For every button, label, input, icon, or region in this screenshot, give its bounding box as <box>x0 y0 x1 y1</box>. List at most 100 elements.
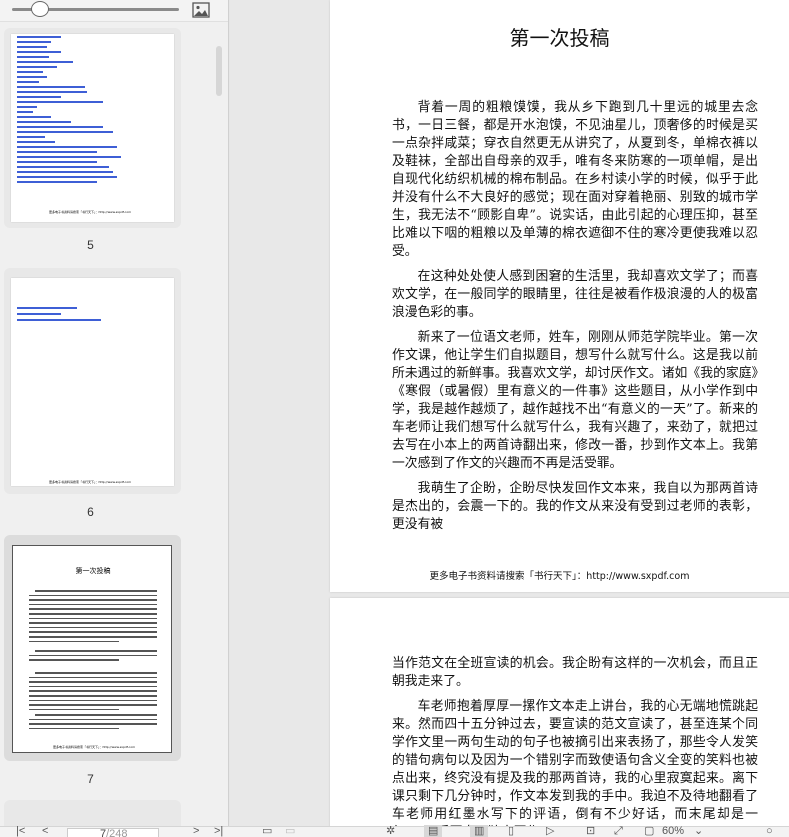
single-page-icon[interactable]: ▭ <box>262 825 272 837</box>
thumbnail-text-line <box>29 676 157 679</box>
page-number-field[interactable]: 7/248 <box>67 828 159 837</box>
document-viewer[interactable]: 第一次投稿 背着一周的粗粮馍馍，我从乡下跑到几十里远的城里去念书，一日三餐，都是… <box>230 0 789 837</box>
play-icon[interactable]: ▷ <box>546 825 554 837</box>
thumbnail-toc-line <box>17 96 61 98</box>
book-mode-icon[interactable]: ▯ <box>508 825 514 837</box>
thumbnail-toc-line <box>17 131 113 133</box>
fit-width-icon[interactable]: ⤢ <box>614 825 623 837</box>
thumbnail-page-number: 6 <box>87 505 94 519</box>
document-page: 当作范文在全班宣读的机会。我企盼有这样的一次机会，而且正朝我走来了。 车老师抱着… <box>330 598 789 837</box>
thumbnail-text-line <box>35 650 157 652</box>
thumbnail-page-number: 5 <box>87 238 94 252</box>
paragraph: 背着一周的粗粮馍馍，我从乡下跑到几十里远的城里去念书，一日三餐，都是开水泡馍，不… <box>392 100 758 259</box>
paragraph: 新来了一位语文老师，姓车，刚刚从师范学院毕业。第一次作文课，他让学生们自拟题目，… <box>392 330 758 471</box>
thumbnail-zoom-knob[interactable] <box>31 1 49 17</box>
thumbnail-toc-line <box>17 66 57 68</box>
thumbnail-toc-line <box>17 161 97 163</box>
thumbnail-text-line <box>29 654 157 657</box>
thumbnail-toc-line <box>17 61 73 63</box>
thumbnail-text-line <box>29 599 157 601</box>
thumbnail-toc-line <box>17 116 51 118</box>
continuous-mode-icon[interactable]: ▥ <box>470 825 489 837</box>
thumbnail-toc-line <box>17 56 49 58</box>
thumbnail-toc-line <box>17 166 109 168</box>
thumbnail-page-7-image: 第一次投稿 更多电子书资料请搜索「书行天下」：http://www.sxpdf.… <box>12 545 172 753</box>
thumbnail-page-5[interactable]: 更多电子书资料请搜索「书行天下」：http://www.sxpdf.com <box>4 28 181 228</box>
last-page-icon[interactable]: >| <box>214 825 223 837</box>
thumbnail-text-line <box>29 690 157 692</box>
thumbnail-page-number: 7 <box>87 772 94 786</box>
thumbnail-text-line <box>29 603 157 606</box>
thumbnail-footer: 更多电子书资料请搜索「书行天下」：http://www.sxpdf.com <box>49 480 132 484</box>
thumbnail-toolbar <box>0 0 228 22</box>
thumbnail-text-line <box>29 636 157 638</box>
paragraph: 我萌生了企盼，企盼尽快发回作文本来，我自以为那两首诗是杰出的，会震一下的。我的作… <box>392 481 758 532</box>
bottom-toolbar: |< < 7/248 > >| ▭ ▭ ✲ ▤ ▥ ▯ ▷ ⊡ ⤢ ▢ 60% … <box>0 825 789 837</box>
thumbnail-page-title: 第一次投稿 <box>75 567 111 575</box>
thumbnail-toc-line <box>17 106 37 108</box>
thumbnail-toc-line <box>17 51 61 53</box>
settings-icon[interactable]: ✲ <box>386 825 395 837</box>
zoom-in-icon[interactable]: ○ <box>766 825 773 837</box>
thumbnail-toc-line <box>17 171 113 173</box>
thumbnail-toc-line <box>17 136 45 138</box>
thumbnail-text-line <box>29 613 157 615</box>
thumbnail-toc-line <box>17 36 61 38</box>
thumbnail-footer: 更多电子书资料请搜索「书行天下」：http://www.sxpdf.com <box>49 210 132 214</box>
thumbnail-text-line <box>29 708 119 711</box>
thumbnail-text-line <box>29 699 157 702</box>
thumbnail-text-line <box>29 640 119 643</box>
double-page-icon[interactable]: ▭ <box>285 825 295 837</box>
thumbnail-page-5-image: 更多电子书资料请搜索「书行天下」：http://www.sxpdf.com <box>11 34 174 222</box>
thumbnail-toc-line <box>17 101 103 103</box>
zoom-dropdown-icon[interactable]: ⌄ <box>694 825 703 837</box>
thumbnail-page-6-image: 更多电子书资料请搜索「书行天下」：http://www.sxpdf.com <box>11 278 174 486</box>
paragraph: 在这种处处使人感到困窘的生活里，我却喜欢文学了；而喜欢文学，在一般同学的眼睛里，… <box>392 269 758 320</box>
thumbnail-text-line <box>29 681 157 683</box>
thumbnail-text-line <box>29 617 157 620</box>
thumbnail-text-line <box>29 631 157 633</box>
thumbnail-text-line <box>29 723 157 725</box>
thumbnail-text-line <box>35 672 157 674</box>
paragraph: 车老师抱着厚厚一摞作文本走上讲台，我的心无端地慌跳起来。然而四十五分钟过去，要宣… <box>392 699 758 837</box>
zoom-level[interactable]: 60% <box>662 825 684 837</box>
thumbnail-page-6[interactable]: 更多电子书资料请搜索「书行天下」：http://www.sxpdf.com <box>4 268 181 494</box>
thumbnail-text-line <box>29 695 157 697</box>
page-footer: 更多电子书资料请搜索「书行天下」：http://www.sxpdf.com <box>429 571 690 582</box>
next-page-icon[interactable]: > <box>193 825 199 837</box>
thumbnail-toc-line <box>17 46 47 48</box>
document-page: 第一次投稿 背着一周的粗粮馍馍，我从乡下跑到几十里远的城里去念书，一日三餐，都是… <box>330 0 789 592</box>
thumbnail-toc-line <box>17 141 55 143</box>
zoom-out-icon[interactable]: ▢ <box>644 825 654 837</box>
thumbnail-text-line <box>29 626 157 629</box>
thumbnail-toc-line <box>17 76 47 78</box>
thumbnail-toc-line <box>17 156 121 158</box>
thumbnail-panel: 更多电子书资料请搜索「书行天下」：http://www.sxpdf.com 5 … <box>0 0 229 837</box>
thumbnail-toc-line <box>17 71 43 73</box>
scroll-mode-icon[interactable]: ▤ <box>424 825 443 837</box>
thumbnail-toc-line <box>17 126 103 128</box>
total-pages: /248 <box>106 828 128 837</box>
thumbnail-text-line <box>29 608 157 610</box>
fit-page-icon[interactable]: ⊡ <box>586 825 595 837</box>
thumbnail-text-line <box>29 727 119 730</box>
thumbnail-toc-line <box>17 121 71 123</box>
thumbnail-toc-line <box>17 146 117 148</box>
thumbnail-toc-line <box>17 151 97 153</box>
thumbnail-text-line <box>29 718 157 721</box>
thumbnail-toc-line <box>17 41 51 43</box>
thumbnail-text-line <box>29 594 157 597</box>
image-icon[interactable] <box>192 2 210 18</box>
first-page-icon[interactable]: |< <box>16 825 25 837</box>
prev-page-icon[interactable]: < <box>42 825 48 837</box>
thumbnail-toc-line <box>17 111 33 113</box>
thumbnail-scrollbar[interactable] <box>216 46 222 96</box>
paragraph: 当作范文在全班宣读的机会。我企盼有这样的一次机会，而且正朝我走来了。 <box>392 656 758 689</box>
thumbnail-toc-line <box>17 176 117 178</box>
thumbnail-text-line <box>29 685 157 688</box>
thumbnail-text-line <box>29 704 157 706</box>
thumbnail-toc-line <box>17 181 97 183</box>
thumbnail-text-line <box>29 622 157 624</box>
thumbnail-toc-line <box>17 81 39 83</box>
page-title: 第一次投稿 <box>509 26 610 50</box>
